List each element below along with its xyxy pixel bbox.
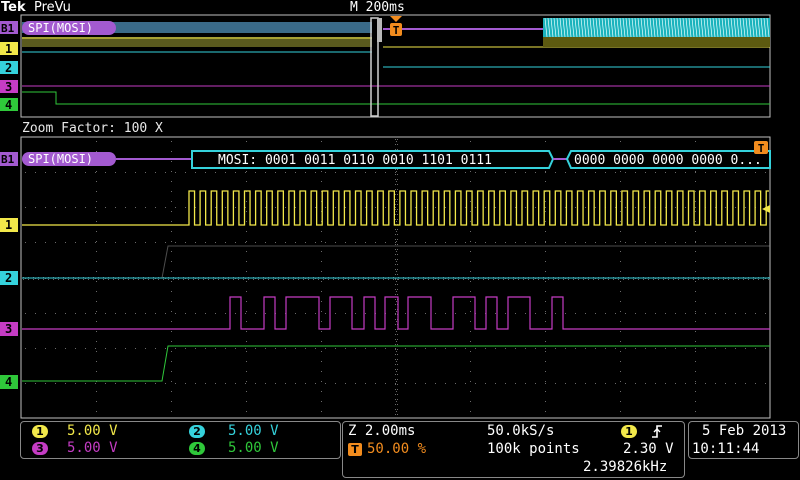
ch3-badge[interactable]: 3 <box>32 442 48 455</box>
zoom-factor-label: Zoom Factor: 100 X <box>22 121 163 136</box>
date: 5 Feb 2013 <box>702 423 787 439</box>
ch3-scale: 5.00 V <box>67 440 118 456</box>
channel-scales-panel[interactable]: 1 5.00 V 2 5.00 V 3 5.00 V 4 5.00 V <box>20 421 341 459</box>
time: 10:11:44 <box>692 441 760 457</box>
svg-text:3: 3 <box>5 322 12 336</box>
svg-text:4: 4 <box>5 375 12 389</box>
svg-text:B1: B1 <box>1 153 15 166</box>
svg-text:3: 3 <box>5 80 12 94</box>
record-length: 100k points <box>487 441 580 457</box>
graticule <box>23 139 769 415</box>
svg-text:SPI(MOSI): SPI(MOSI) <box>28 152 93 166</box>
svg-text:1: 1 <box>5 218 12 232</box>
ch2-badge[interactable]: 2 <box>189 425 205 438</box>
datetime-panel[interactable]: 5 Feb 2013 10:11:44 <box>688 421 799 459</box>
trigger-marker-label: T <box>393 24 400 37</box>
sample-rate: 50.0kS/s <box>487 423 555 439</box>
svg-text:4: 4 <box>5 98 12 112</box>
trigger-position-icon: T <box>348 443 362 456</box>
svg-text:2: 2 <box>5 61 12 75</box>
status-bar: 1 5.00 V 2 5.00 V 3 5.00 V 4 5.00 V Z 2.… <box>0 419 800 480</box>
zoom-channel-tags: B1 SPI(MOSI) 1 2 3 4 <box>0 152 116 389</box>
svg-text:2: 2 <box>5 271 12 285</box>
mosi-packet-text: MOSI: 0001 0011 0110 0010 1101 0111 <box>218 153 492 168</box>
zoom-timebase: Z 2.00ms <box>348 423 416 439</box>
rising-edge-icon <box>652 425 662 438</box>
overview-traces: T <box>22 16 770 117</box>
svg-text:B1: B1 <box>1 22 15 35</box>
ch4-scale: 5.00 V <box>228 440 279 456</box>
ch1-badge[interactable]: 1 <box>32 425 48 438</box>
overview-channel-tags: B1 SPI(MOSI) 1 2 3 4 <box>0 21 116 112</box>
mosi-packet2-text: 0000 0000 0000 0000 0... <box>574 153 762 168</box>
ch2-scale: 5.00 V <box>228 423 279 439</box>
trigger-frequency: 2.39826kHz <box>583 459 668 475</box>
ch1-scale: 5.00 V <box>67 423 118 439</box>
trigger-position: 50.00 % <box>367 441 427 457</box>
acquisition-panel[interactable]: Z 2.00ms T 50.00 % 50.0kS/s 100k points … <box>342 421 685 478</box>
svg-text:T: T <box>758 142 765 155</box>
zoom-window-indicator[interactable] <box>370 17 379 117</box>
trigger-level: 2.30 V <box>623 441 674 457</box>
overview-ch1-burst <box>543 37 770 47</box>
trigger-source-badge[interactable]: 1 <box>621 425 637 438</box>
svg-text:1: 1 <box>5 42 12 56</box>
ch4-badge[interactable]: 4 <box>189 442 205 455</box>
scope-display: T B1 SPI(MOSI) 1 2 3 4 MOSI: 0001 0011 0… <box>0 14 771 419</box>
svg-text:SPI(MOSI): SPI(MOSI) <box>28 21 93 35</box>
